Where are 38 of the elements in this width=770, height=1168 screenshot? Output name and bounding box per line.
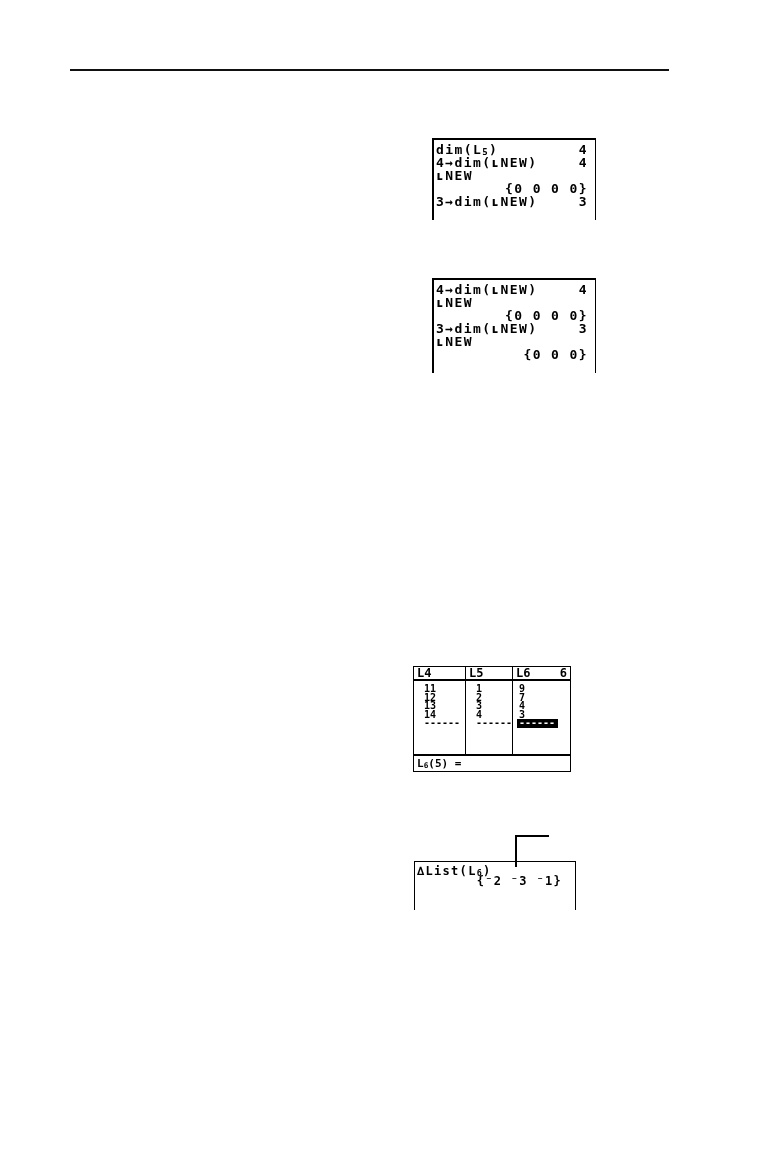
column-header: L5 <box>469 667 484 679</box>
screen-input-text: 4→dim(ʟNEW) <box>436 283 538 296</box>
list-entry: 13 <box>423 702 438 711</box>
screen-input-text: 3→dim(ʟNEW) <box>436 195 538 208</box>
list-entry: 9 <box>518 685 527 694</box>
list-entry: 12 <box>423 693 438 702</box>
list-entry: 2 <box>475 693 484 702</box>
screen-input-text: 3→dim(ʟNEW) <box>436 322 538 335</box>
column-header: L4 <box>417 667 432 679</box>
column-number: 6 <box>559 667 567 679</box>
list-entry: 3 <box>475 702 484 711</box>
list-entry: 1 <box>475 685 484 694</box>
list-entry: 3 <box>518 710 527 719</box>
screen-input-text: ∆List(L$_{6}$) <box>417 866 492 876</box>
list-entry: 14 <box>423 710 438 719</box>
screen-result-text: {⁻2 ⁻3 ⁻1} <box>476 876 562 886</box>
screen-result-text: 3 <box>578 322 588 335</box>
screen-result-text: 3 <box>578 195 588 208</box>
list-entry: 4 <box>518 702 527 711</box>
screen-input-text: ʟNEW <box>436 296 473 309</box>
screen-result-text: 4 <box>578 156 588 169</box>
column-header: L6 <box>516 667 531 679</box>
list-entry: ------ <box>475 719 514 728</box>
list-entry: 7 <box>518 693 527 702</box>
screen-input-text: ʟNEW <box>436 169 473 182</box>
list-entry: ------ <box>423 719 462 728</box>
screen-input-text: 4→dim(ʟNEW) <box>436 156 538 169</box>
list-entry: 11 <box>423 685 438 694</box>
screen-input-text: ʟNEW <box>436 335 473 348</box>
screen-result-text: {0 0 0 0} <box>504 309 588 322</box>
screen-result-text: 4 <box>578 283 588 296</box>
screen-result-text: {0 0 0 0} <box>504 182 588 195</box>
selected-list-entry: ------ <box>517 719 558 728</box>
entry-line: L$_{6}$(5) = <box>414 754 570 771</box>
screen-result-text: 4 <box>578 143 588 156</box>
screen-result-text: {0 0 0} <box>523 348 588 361</box>
list-entry: 4 <box>475 710 484 719</box>
screen-input-text: dim(L$_{5}$) <box>436 143 499 156</box>
